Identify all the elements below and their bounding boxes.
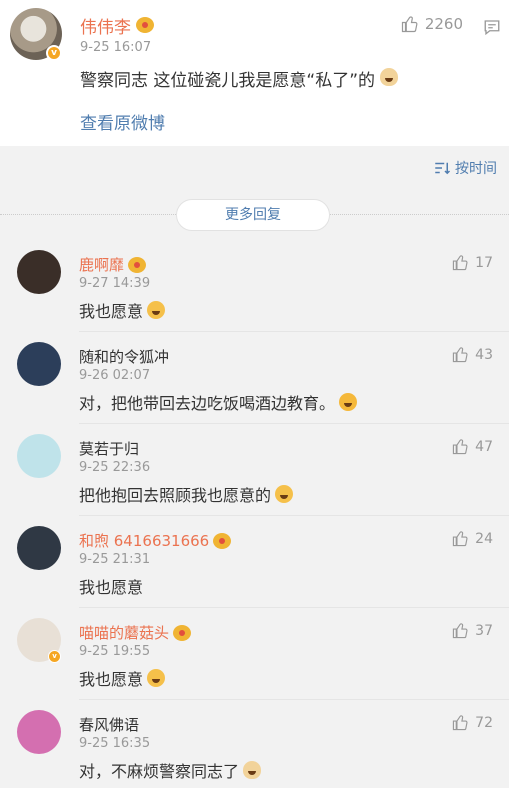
comment-text-content: 我也愿意 bbox=[79, 670, 144, 689]
thumb-up-icon bbox=[453, 623, 468, 639]
comment-time: 9-27 14:39 bbox=[79, 276, 151, 291]
comment-like-button[interactable]: 43 bbox=[452, 346, 493, 363]
view-original-link[interactable]: 查看原微博 bbox=[80, 109, 165, 134]
avatar[interactable] bbox=[17, 526, 61, 570]
cat-emoji-icon bbox=[243, 761, 262, 779]
comment-like-count: 43 bbox=[475, 346, 493, 363]
comment-text: 我也愿意 bbox=[79, 298, 166, 322]
avatar[interactable] bbox=[17, 342, 61, 386]
comment-time: 9-25 16:35 bbox=[79, 736, 151, 751]
comment-item: 随和的令狐冲 9-26 02:07 对，把他带回去边吃饭喝酒边教育。 43 bbox=[0, 332, 509, 424]
thumb-up-icon bbox=[453, 347, 468, 363]
post-text: 警察同志 这位碰瓷儿我是愿意“私了”的 bbox=[80, 66, 399, 91]
cat-emoji-icon bbox=[380, 68, 399, 86]
comment-author-label: 喵喵的蘑菇头 bbox=[79, 624, 170, 642]
post-card: v 伟伟李 9-25 16:07 警察同志 这位碰瓷儿我是愿意“私了”的 查看原… bbox=[0, 0, 509, 146]
vip-crown-icon bbox=[173, 624, 192, 641]
comment-author-label: 和煦 6416631666 bbox=[79, 532, 210, 550]
comment-text-content: 对，把他带回去边吃饭喝酒边教育。 bbox=[79, 394, 336, 413]
comment-item: 春风佛语 9-25 16:35 对，不麻烦警察同志了 72 bbox=[0, 700, 509, 788]
comment-list: 鹿啊靡 9-27 14:39 我也愿意 17 随和的令狐冲 9-26 02:07 对，把他带… bbox=[0, 240, 509, 788]
comment-text-content: 对，不麻烦警察同志了 bbox=[79, 762, 240, 781]
post-author-name[interactable]: 伟伟李 bbox=[80, 13, 155, 38]
comment-like-count: 17 bbox=[475, 254, 493, 271]
comment-like-button[interactable]: 24 bbox=[452, 530, 493, 547]
comment-like-count: 47 bbox=[475, 438, 493, 455]
thumb-up-icon bbox=[453, 255, 468, 271]
avatar[interactable] bbox=[17, 434, 61, 478]
comment-author[interactable]: 鹿啊靡 bbox=[79, 254, 147, 275]
thumb-up-icon bbox=[401, 16, 418, 33]
comment-like-count: 37 bbox=[475, 622, 493, 639]
comment-like-count: 24 bbox=[475, 530, 493, 547]
comment-author[interactable]: 和煦 6416631666 bbox=[79, 530, 232, 551]
comment-text: 对，把他带回去边吃饭喝酒边教育。 bbox=[79, 390, 358, 414]
comment-text: 我也愿意 bbox=[79, 666, 166, 690]
post-time: 9-25 16:07 bbox=[80, 40, 152, 55]
comment-item: 和煦 6416631666 9-25 21:31 我也愿意 24 bbox=[0, 516, 509, 608]
shocked-emoji-icon bbox=[275, 485, 294, 503]
laugh-emoji-icon bbox=[339, 393, 358, 411]
sort-by-time-button[interactable]: 按时间 bbox=[433, 158, 497, 178]
comment-like-count: 72 bbox=[475, 714, 493, 731]
comment-author[interactable]: 莫若于归 bbox=[79, 438, 139, 459]
comment-item: 鹿啊靡 9-27 14:39 我也愿意 17 bbox=[0, 240, 509, 332]
divider-right bbox=[330, 214, 509, 215]
comment-text: 对，不麻烦警察同志了 bbox=[79, 758, 262, 782]
avatar[interactable] bbox=[17, 250, 61, 294]
comment-text-content: 我也愿意 bbox=[79, 302, 144, 321]
verified-badge-icon: v bbox=[46, 45, 62, 61]
shocked-emoji-icon bbox=[147, 669, 166, 687]
comment-item: 莫若于归 9-25 22:36 把他抱回去照顾我也愿意的 47 bbox=[0, 424, 509, 516]
thumb-up-icon bbox=[453, 439, 468, 455]
thumb-up-icon bbox=[453, 531, 468, 547]
comment-author-label: 鹿啊靡 bbox=[79, 256, 125, 274]
comment-item: v 喵喵的蘑菇头 9-25 19:55 我也愿意 37 bbox=[0, 608, 509, 700]
vip-crown-icon bbox=[136, 17, 155, 33]
comment-like-button[interactable]: 72 bbox=[452, 714, 493, 731]
comment-text: 我也愿意 bbox=[79, 574, 143, 598]
sort-icon bbox=[435, 162, 451, 175]
vip-crown-icon bbox=[213, 532, 232, 549]
comment-time: 9-25 22:36 bbox=[79, 460, 151, 475]
comment-author-label: 春风佛语 bbox=[79, 716, 140, 734]
comment-text: 把他抱回去照顾我也愿意的 bbox=[79, 482, 294, 506]
comment-author[interactable]: 春风佛语 bbox=[79, 714, 139, 735]
thumb-up-icon bbox=[453, 715, 468, 731]
post-author-label: 伟伟李 bbox=[80, 18, 131, 38]
vip-crown-icon bbox=[128, 256, 147, 273]
comment-icon[interactable] bbox=[483, 18, 501, 36]
comment-author[interactable]: 随和的令狐冲 bbox=[79, 346, 169, 367]
comment-like-button[interactable]: 17 bbox=[452, 254, 493, 271]
post-like-count: 2260 bbox=[424, 15, 463, 33]
verified-badge-icon: v bbox=[48, 650, 61, 663]
post-text-content: 警察同志 这位碰瓷儿我是愿意“私了”的 bbox=[80, 71, 376, 91]
comment-like-button[interactable]: 47 bbox=[452, 438, 493, 455]
shocked-emoji-icon bbox=[147, 301, 166, 319]
more-replies-button[interactable]: 更多回复 bbox=[176, 199, 330, 231]
divider-left bbox=[0, 214, 176, 215]
comment-author[interactable]: 喵喵的蘑菇头 bbox=[79, 622, 192, 643]
post-like-button[interactable]: 2260 bbox=[401, 15, 463, 33]
comment-like-button[interactable]: 37 bbox=[452, 622, 493, 639]
sort-label: 按时间 bbox=[455, 161, 497, 177]
comment-time: 9-25 19:55 bbox=[79, 644, 151, 659]
comment-text-content: 把他抱回去照顾我也愿意的 bbox=[79, 486, 272, 505]
avatar[interactable] bbox=[17, 710, 61, 754]
comment-author-label: 莫若于归 bbox=[79, 440, 140, 458]
comment-text-content: 我也愿意 bbox=[79, 578, 144, 597]
comment-time: 9-26 02:07 bbox=[79, 368, 151, 383]
comment-time: 9-25 21:31 bbox=[79, 552, 151, 567]
comment-author-label: 随和的令狐冲 bbox=[79, 348, 170, 366]
